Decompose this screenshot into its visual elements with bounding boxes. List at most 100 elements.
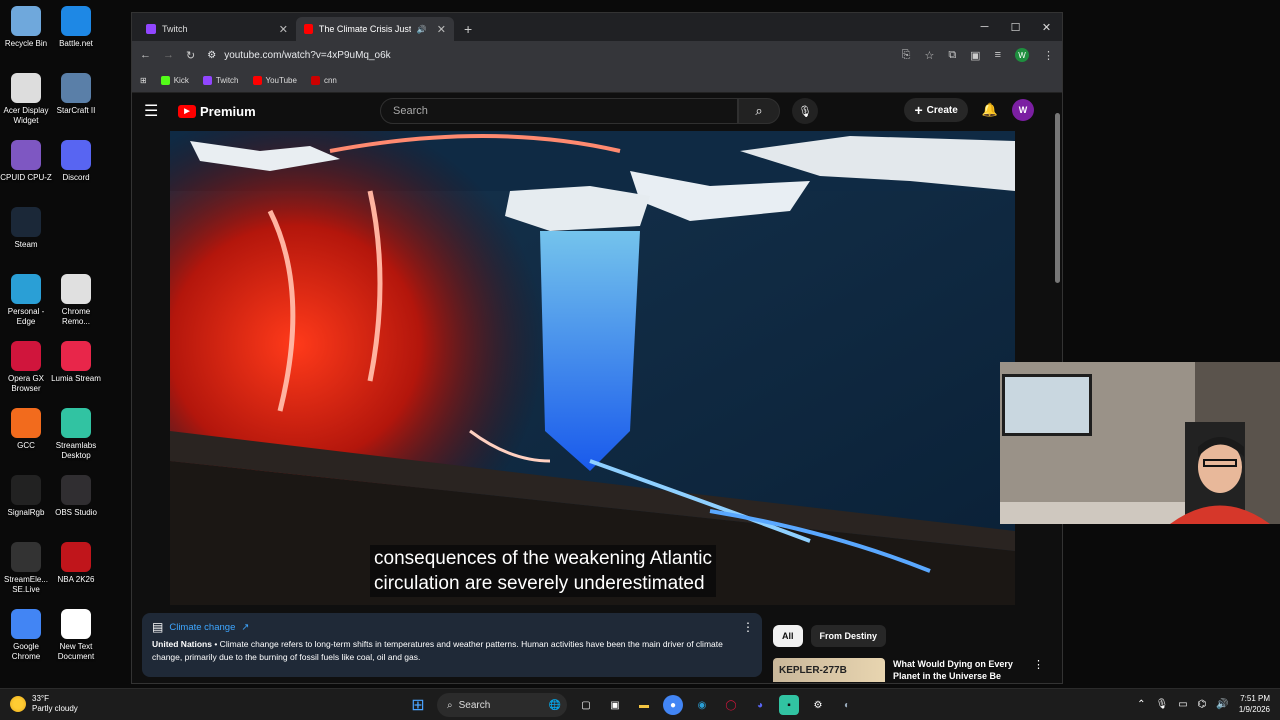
- streamelements-icon: [11, 542, 41, 572]
- omnibox[interactable]: ⚙ youtube.com/watch?v=4xP9uMq_o6k: [207, 50, 390, 61]
- bookmarks-bar: ⊞ Kick Twitch YouTube cnn: [132, 69, 1062, 93]
- volume-icon[interactable]: 🔊: [1216, 699, 1228, 710]
- desktop-icon[interactable]: New Text Document: [50, 609, 102, 662]
- youtube-logo[interactable]: ▶ Premium: [178, 104, 256, 119]
- desktop-icon[interactable]: CPUID CPU-Z: [0, 140, 52, 183]
- create-button[interactable]: + Create: [904, 98, 968, 122]
- desktop-icon-label: GCC: [17, 441, 35, 450]
- microphone-tray-icon[interactable]: 🎙: [1156, 699, 1169, 710]
- bookmark-label: cnn: [323, 76, 337, 85]
- task-view-icon[interactable]: ▢: [576, 695, 596, 715]
- clock-date: 1/9/2026: [1238, 705, 1270, 714]
- desktop-icon[interactable]: GCC: [0, 408, 52, 451]
- search-button[interactable]: ⌕: [738, 98, 780, 124]
- discord-taskbar-icon[interactable]: ◕: [750, 695, 770, 715]
- taskbar-search[interactable]: ⌕ Search 🌐: [437, 693, 567, 717]
- page-scrollbar[interactable]: [1055, 113, 1060, 283]
- site-info-icon[interactable]: ⚙: [207, 50, 216, 61]
- masthead-actions: + Create 🔔 W: [904, 98, 1034, 122]
- settings-taskbar-icon[interactable]: ⚙: [808, 695, 828, 715]
- tab-youtube[interactable]: The Climate Crisis Just Hit a 🔊 ✕: [296, 17, 454, 41]
- info-panel-title-row[interactable]: ▤ Climate change ↗: [152, 621, 752, 634]
- desktop-icon[interactable]: Chrome Remo...: [50, 274, 102, 327]
- desktop-icon[interactable]: StarCraft II: [50, 73, 102, 116]
- edge-taskbar-icon[interactable]: ◉: [692, 695, 712, 715]
- desktop-icon[interactable]: Steam: [0, 207, 52, 250]
- video-player[interactable]: consequences of the weakening Atlantic c…: [170, 131, 1015, 605]
- create-label: Create: [926, 104, 958, 116]
- back-icon[interactable]: ←: [140, 49, 151, 61]
- desktop-icon[interactable]: NBA 2K26: [50, 542, 102, 585]
- desktop-icon[interactable]: Recycle Bin: [0, 6, 52, 49]
- chip-all[interactable]: All: [773, 625, 803, 647]
- bookmark-twitch[interactable]: Twitch: [202, 76, 239, 85]
- desktop-icon[interactable]: Streamlabs Desktop: [50, 408, 102, 461]
- windows-start-icon[interactable]: ⊞: [408, 695, 428, 715]
- info-source: United Nations: [152, 639, 212, 649]
- info-panel-title[interactable]: Climate change: [169, 621, 235, 634]
- recommendation-title[interactable]: What Would Dying on Every Planet in the …: [893, 658, 1025, 682]
- bookmark-kick[interactable]: Kick: [160, 76, 189, 85]
- speaker-icon[interactable]: 🔊: [417, 25, 427, 34]
- hamburger-menu-icon[interactable]: ☰: [144, 101, 168, 121]
- search-bar: Search ⌕ 🎙: [380, 98, 818, 124]
- desktop-icon[interactable]: Acer Display Widget: [0, 73, 52, 126]
- desktop-icon[interactable]: Battle.net: [50, 6, 102, 49]
- streamlabs-taskbar-icon[interactable]: ▪: [779, 695, 799, 715]
- media-icon[interactable]: ≡: [995, 49, 1001, 61]
- bookmark-youtube[interactable]: YouTube: [252, 76, 297, 85]
- display-icon[interactable]: ▭: [1178, 699, 1187, 710]
- desktop-icon[interactable]: Discord: [50, 140, 102, 183]
- voice-search-button[interactable]: 🎙: [792, 98, 818, 124]
- widgets-icon[interactable]: ▣: [605, 695, 625, 715]
- desktop-icon[interactable]: Lumia Stream: [50, 341, 102, 384]
- file-explorer-icon[interactable]: ▬: [634, 695, 654, 715]
- search-input[interactable]: Search: [380, 98, 738, 124]
- acer-widget-icon: [11, 73, 41, 103]
- close-icon[interactable]: ✕: [437, 23, 446, 36]
- recommendation-thumbnail[interactable]: KEPLER-277B: [773, 658, 885, 682]
- webcam-feed: [1000, 362, 1280, 524]
- chip-from-destiny[interactable]: From Destiny: [810, 625, 887, 647]
- sidepanel-icon[interactable]: ▣: [970, 49, 980, 62]
- bookmark-cnn[interactable]: cnn: [310, 76, 337, 85]
- close-icon[interactable]: ✕: [279, 23, 288, 36]
- recommendation-item[interactable]: KEPLER-277B What Would Dying on Every Pl…: [773, 658, 1044, 682]
- desktop-icon[interactable]: Google Chrome: [0, 609, 52, 662]
- desktop-icon[interactable]: SignalRgb: [0, 475, 52, 518]
- weather-widget[interactable]: 33°F Partly cloudy: [10, 694, 78, 714]
- opera-gx-taskbar-icon[interactable]: ◯: [721, 695, 741, 715]
- menu-kebab-icon[interactable]: ⋮: [1043, 49, 1054, 62]
- wifi-icon[interactable]: ⌬: [1198, 699, 1207, 710]
- notifications-bell-icon[interactable]: 🔔: [982, 102, 998, 118]
- microphone-icon: 🎙: [798, 105, 812, 118]
- desktop-icon[interactable]: StreamEle... SE.Live: [0, 542, 52, 595]
- desktop-icon-label: Discord: [62, 173, 90, 182]
- desktop-icon[interactable]: Personal - Edge: [0, 274, 52, 327]
- steam-taskbar-icon[interactable]: ◐: [837, 695, 857, 715]
- url-text[interactable]: youtube.com/watch?v=4xP9uMq_o6k: [224, 50, 391, 61]
- cast-icon[interactable]: ⎘: [902, 49, 911, 62]
- clock[interactable]: 7:51 PM 1/9/2026: [1239, 693, 1270, 715]
- chrome-taskbar-icon[interactable]: ●: [663, 695, 683, 715]
- video-frame-illustration: [170, 131, 1015, 605]
- desktop-icon-label: Recycle Bin: [4, 39, 48, 48]
- desktop-icon[interactable]: OBS Studio: [50, 475, 102, 518]
- forward-icon[interactable]: →: [163, 49, 174, 61]
- more-options-icon[interactable]: ⋮: [1033, 658, 1044, 682]
- more-options-icon[interactable]: ⋮: [742, 621, 754, 634]
- apps-grid-icon[interactable]: ⊞: [140, 76, 147, 85]
- maximize-button[interactable]: ☐: [1000, 13, 1031, 41]
- tab-twitch[interactable]: Twitch ✕: [138, 17, 296, 41]
- account-avatar[interactable]: W: [1012, 99, 1034, 121]
- chevron-up-icon[interactable]: ⌃: [1137, 699, 1145, 710]
- desktop-icon[interactable]: Opera GX Browser: [0, 341, 52, 394]
- window-close-button[interactable]: ✕: [1031, 13, 1062, 41]
- reload-icon[interactable]: ↻: [186, 49, 195, 62]
- profile-avatar[interactable]: W: [1015, 48, 1029, 62]
- extensions-icon[interactable]: ⧉: [948, 49, 956, 62]
- new-tab-button[interactable]: +: [454, 21, 482, 41]
- bookmark-star-icon[interactable]: ☆: [924, 49, 934, 62]
- minimize-button[interactable]: ─: [969, 13, 1000, 41]
- desktop-icon-label: Personal - Edge: [7, 307, 45, 326]
